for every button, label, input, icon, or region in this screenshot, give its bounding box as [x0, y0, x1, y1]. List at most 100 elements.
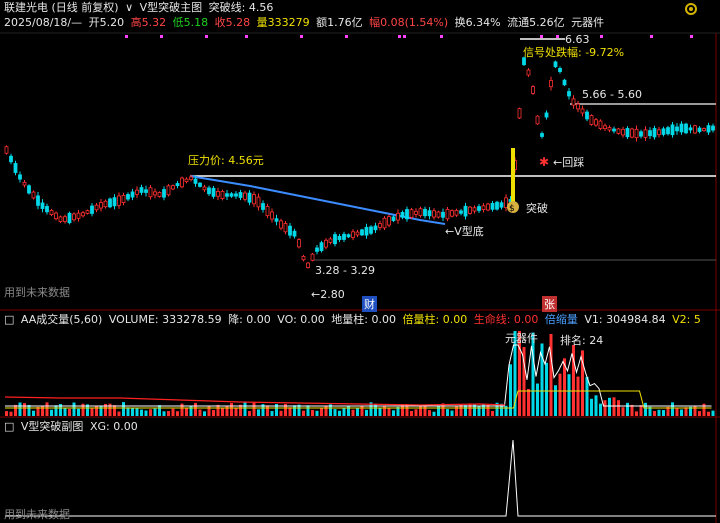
candle-body [189, 176, 193, 180]
candle-body [634, 128, 639, 139]
signal-dot [690, 35, 693, 38]
candle-body [261, 203, 265, 210]
candle-body [378, 223, 382, 228]
volume-bar [603, 400, 607, 416]
volume-bar [333, 409, 337, 416]
volume-bar [203, 411, 206, 416]
candle-body [162, 189, 166, 198]
candle-body [679, 123, 684, 133]
volume-bar [684, 407, 688, 416]
candle-body [567, 91, 571, 97]
square-icon[interactable]: □ [4, 313, 14, 326]
candle-body [171, 185, 175, 190]
volume-bar [32, 410, 35, 416]
candle-body [225, 193, 229, 197]
candle-body [346, 234, 351, 238]
volume-bar [27, 404, 31, 416]
volume-bar [608, 397, 611, 416]
volume-bar [18, 402, 22, 416]
volume-bar [617, 400, 620, 416]
volume-bar [693, 405, 697, 416]
volume-bar [131, 408, 134, 416]
volume-bar [23, 403, 26, 416]
square-icon[interactable]: □ [4, 420, 14, 433]
candle-body [238, 192, 243, 198]
volume-bar [549, 333, 553, 416]
candle-body [697, 127, 702, 132]
candle-body [130, 191, 135, 198]
volume-bar [612, 397, 616, 416]
candle-body [526, 69, 531, 76]
sub-panel-header: □ V型突破副图 XG: 0.00 [4, 420, 141, 434]
volume-bar [288, 407, 292, 416]
xg-value: XG: 0.00 [89, 420, 138, 433]
candle-body [531, 86, 535, 94]
candle-body [360, 229, 364, 236]
volume-bar [176, 411, 179, 416]
candle-body [328, 238, 333, 243]
limit-up-badge[interactable]: 张 [542, 296, 557, 312]
volume-bar [365, 409, 368, 416]
volume-bar [9, 411, 13, 416]
volume-bar [243, 402, 247, 416]
candle-body [72, 213, 76, 221]
candle-body [63, 216, 67, 222]
candle-body [315, 247, 319, 252]
jiang-value: 降: 0.00 [228, 313, 271, 326]
candle-body [216, 191, 220, 197]
candle-body [274, 218, 279, 222]
volume-bar [464, 405, 467, 416]
candle-body [405, 209, 409, 220]
finance-badge[interactable]: 财 [362, 296, 377, 312]
volume-bar [414, 409, 418, 416]
volume-bar [252, 402, 256, 416]
kline-chart[interactable]: $ ✱ [0, 0, 720, 523]
volume-bar [194, 402, 197, 416]
candle-body [288, 225, 292, 236]
candle-body [499, 202, 504, 208]
candle-body [157, 192, 162, 197]
sub-indicator-title[interactable]: V型突破副图 [21, 420, 84, 433]
volume-bar [698, 411, 701, 416]
candle-body [504, 197, 508, 208]
candle-body [166, 185, 171, 196]
candle-body [337, 235, 342, 241]
candle-body [49, 209, 54, 216]
volume-bar [378, 407, 382, 416]
candle-body [193, 178, 198, 184]
volume-bar [302, 410, 305, 416]
breakout-label: 突破 [526, 202, 548, 215]
candle-body [409, 209, 414, 218]
candle-body [571, 98, 576, 106]
volume-bar [491, 411, 494, 416]
candle-body [688, 127, 693, 131]
volume-bar [455, 405, 458, 416]
candle-body [454, 209, 459, 216]
candle-body [630, 128, 634, 138]
candle-body [135, 189, 139, 195]
beisuoliang-value: 倍缩量 [544, 313, 578, 326]
volume-bar [216, 404, 220, 416]
candle-body [616, 128, 621, 134]
volume-bar [5, 411, 8, 416]
future-data-hint: 用到未来数据 [4, 286, 70, 299]
candle-body [436, 211, 441, 218]
volume-bar [158, 405, 161, 416]
candle-body [207, 187, 211, 195]
volume-indicator-title[interactable]: AA成交量(5,60) [21, 313, 102, 326]
volume-bars [5, 331, 715, 416]
candle-body [441, 211, 445, 218]
volume-bar [675, 407, 679, 416]
candle-body [27, 185, 31, 194]
candle-body [126, 194, 130, 200]
volume-bar [635, 411, 638, 416]
candle-body [445, 209, 450, 220]
candle-body [58, 216, 63, 222]
retrace-label: ←回踩 [553, 156, 585, 169]
candle-body [180, 177, 184, 188]
signal-dot [205, 35, 208, 38]
candle-body [76, 212, 81, 219]
volume-bar [680, 409, 683, 416]
v2-value: V2: 5 [672, 313, 701, 326]
candle-body [148, 187, 153, 198]
